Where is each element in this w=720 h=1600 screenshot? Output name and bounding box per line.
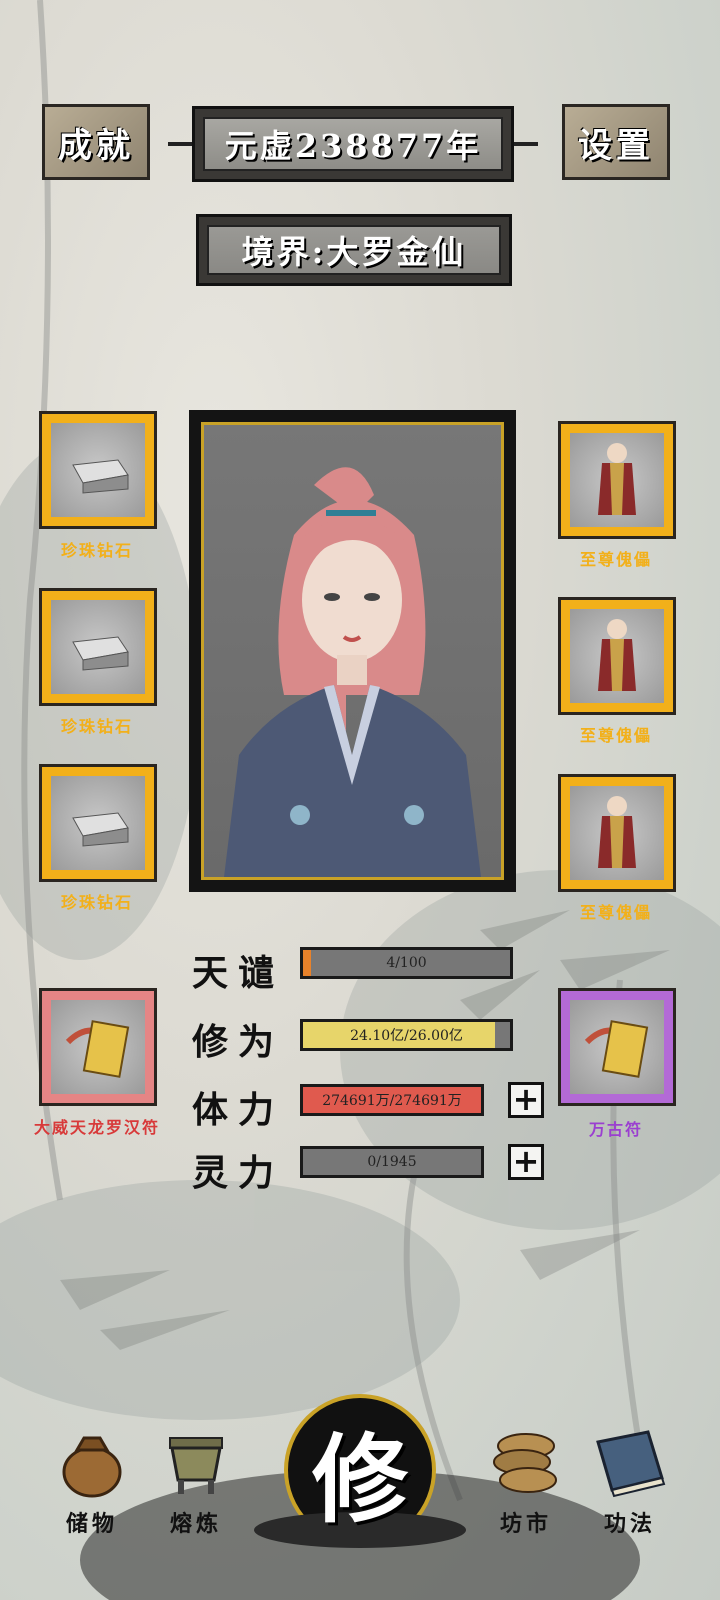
settings-label: 设置 (578, 125, 654, 166)
item-label-left-1: 珍珠钻石 (60, 541, 133, 560)
cauldron-icon (169, 1437, 223, 1494)
tili-plus-button[interactable]: + (508, 1082, 544, 1118)
item-slot-right-1[interactable] (558, 421, 676, 539)
nav-cultivate[interactable]: 修 (252, 1390, 468, 1550)
stat-label-lingli: 灵力 (192, 1152, 285, 1194)
banner-rod-left (168, 142, 192, 146)
nav-storage-label: 储物 (65, 1511, 118, 1537)
stat-label-tianqian: 天谴 (192, 952, 285, 994)
achievements-button[interactable]: 成就 (42, 104, 150, 180)
talisman-label-left: 大威天龙罗汉符 (33, 1118, 160, 1137)
diamond-block-icon (72, 459, 129, 494)
xiuwei-value: 24.10亿/26.00亿 (350, 1028, 463, 1044)
lingli-bar: 0/1945 (300, 1146, 484, 1178)
xiuwei-bar: 24.10亿/26.00亿 (300, 1019, 513, 1051)
coins-icon (493, 1433, 557, 1493)
realm-label: 境界:大罗金仙 (241, 233, 467, 271)
talisman-slot-right[interactable] (558, 988, 676, 1106)
item-slot-left-2[interactable] (39, 588, 157, 706)
banner-rod-right (514, 142, 538, 146)
nav-market-label: 坊市 (499, 1511, 552, 1537)
puppet-icon (598, 796, 636, 868)
nav-storage[interactable]: 储物 (42, 1422, 142, 1538)
stat-label-tili: 体力 (192, 1089, 285, 1131)
talisman-slot-left[interactable] (39, 988, 157, 1106)
year-label: 元虚238877年 (224, 127, 482, 165)
tili-bar: 274691万/274691万 (300, 1084, 484, 1116)
puppet-icon (598, 443, 636, 515)
tili-value: 274691万/274691万 (322, 1093, 462, 1109)
item-slot-right-3[interactable] (558, 774, 676, 892)
item-label-right-3: 至尊傀儡 (579, 903, 652, 922)
achievements-label: 成就 (58, 125, 134, 166)
item-label-right-2: 至尊傀儡 (579, 726, 652, 745)
character-portrait (201, 422, 504, 880)
book-icon (596, 1430, 666, 1498)
tianqian-bar: 4/100 (300, 947, 513, 979)
cultivate-label: 修 (312, 1423, 408, 1536)
pouch-icon (62, 1436, 122, 1498)
item-slot-right-2[interactable] (558, 597, 676, 715)
lingli-value: 0/1945 (367, 1154, 417, 1170)
item-label-left-3: 珍珠钻石 (60, 893, 133, 912)
item-slot-left-1[interactable] (39, 411, 157, 529)
item-label-left-2: 珍珠钻石 (60, 717, 133, 736)
diamond-block-icon (72, 636, 129, 671)
item-label-right-1: 至尊傀儡 (579, 550, 652, 569)
tianqian-value: 4/100 (386, 955, 427, 971)
nav-smelt-label: 熔炼 (169, 1511, 222, 1537)
stat-label-xiuwei: 修为 (192, 1021, 285, 1063)
nav-market[interactable]: 坊市 (476, 1422, 576, 1538)
talisman-label-right: 万古符 (588, 1120, 643, 1139)
item-slot-left-3[interactable] (39, 764, 157, 882)
realm-banner: 境界:大罗金仙 (196, 214, 512, 286)
diamond-block-icon (72, 812, 129, 847)
talisman-scroll-icon (584, 1020, 649, 1078)
puppet-icon (598, 619, 636, 691)
nav-skills-label: 功法 (603, 1511, 656, 1537)
year-banner: 元虚238877年 (192, 106, 514, 182)
character-portrait-frame (189, 410, 516, 892)
nav-smelt[interactable]: 熔炼 (146, 1422, 246, 1538)
talisman-scroll-icon (65, 1020, 130, 1078)
settings-button[interactable]: 设置 (562, 104, 670, 180)
nav-skills[interactable]: 功法 (580, 1422, 680, 1538)
lingli-plus-button[interactable]: + (508, 1144, 544, 1180)
